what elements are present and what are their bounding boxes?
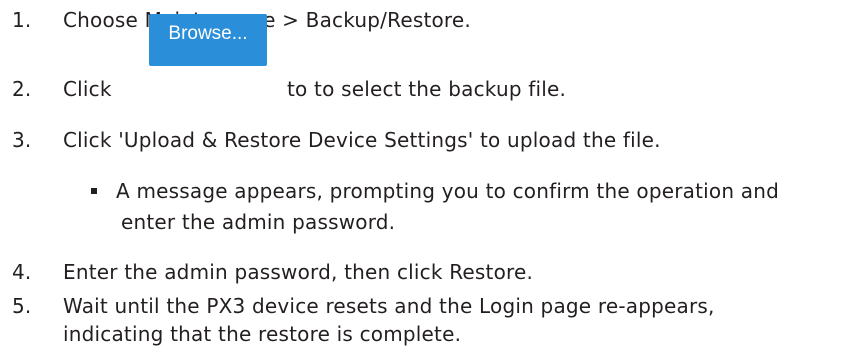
square-bullet-icon [91,188,97,194]
step-2-text-after: to to select the backup file. [287,77,567,101]
browse-button[interactable]: Browse... [149,14,267,66]
step-2-number: 2. [12,77,32,101]
step-4-text: Enter the admin password, then click Res… [63,260,534,284]
browse-button-label: Browse... [168,23,248,44]
note-text-line-2: enter the admin password. [121,210,396,234]
step-3-text: Click 'Upload & Restore Device Settings'… [63,128,661,152]
step-5-text-line-2: indicating that the restore is complete. [63,322,462,346]
step-4-number: 4. [12,260,32,284]
note-text-line-1: A message appears, prompting you to conf… [116,179,780,203]
step-5-text-line-1: Wait until the PX3 device resets and the… [63,294,715,318]
step-1-number: 1. [12,8,32,32]
step-5-number: 5. [12,294,32,318]
step-3-number: 3. [12,128,32,152]
step-2-text-before: Click [63,77,112,101]
